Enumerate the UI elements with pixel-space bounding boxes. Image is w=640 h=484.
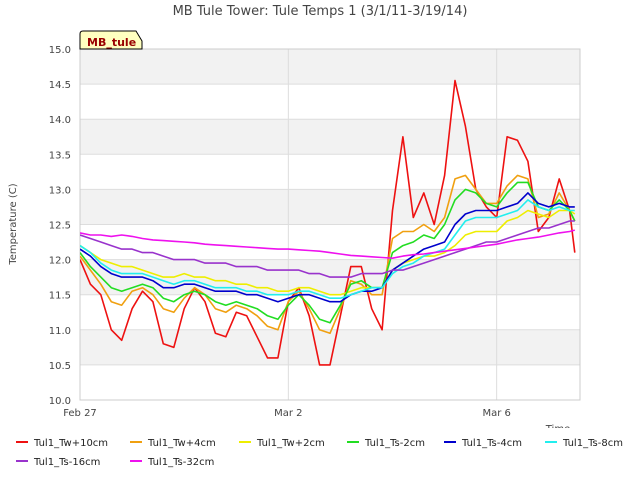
y-tick-label: 10.5 [49,361,71,372]
legend-label: Tul1_Tw+10cm [33,438,108,449]
legend-label: Tul1_Tw+2cm [256,438,325,449]
legend-label: Tul1_Ts-2cm [364,438,425,449]
y-axis-ticks: 10.0 10.5 11.0 11.5 12.0 12.5 13.0 13.5 14.0 14.5… [49,45,71,407]
chart-container: MB Tule Tower: Tule Temps 1 (3/1/11-3/19… [0,0,640,480]
y-tick-label: 15.0 [49,45,71,56]
chart-title: MB Tule Tower: Tule Temps 1 (3/1/11-3/19… [173,4,468,19]
plot-band [80,84,580,120]
legend-label: Tul1_Ts-4cm [461,438,522,449]
y-tick-label: 14.5 [49,80,71,91]
legend-label: Tul1_Ts-16cm [33,457,100,468]
legend-label: Tul1_Tw+4cm [147,438,216,449]
legend-label: Tul1_Ts-32cm [147,457,214,468]
plot-band [80,364,580,400]
y-axis-label: Temperature (C) [8,183,19,265]
y-tick-label: 12.0 [49,256,71,267]
legend: Tul1_Tw+10cm Tul1_Tw+4cm Tul1_Tw+2cm Tul1_T… [16,438,623,468]
y-tick-label: 13.5 [49,150,71,161]
x-tick-label: Mar 2 [274,408,302,419]
station-badge-label: MB_tule [87,36,136,49]
x-tick-label: Mar 6 [482,408,510,419]
y-tick-label: 13.0 [49,185,71,196]
plot-band [80,154,580,190]
station-badge: MB_tule [79,30,143,50]
x-tick-label: Feb 27 [63,408,97,419]
y-tick-label: 11.5 [49,291,71,302]
x-axis-ticks: Feb 27 Mar 2 Mar 6 [63,408,511,419]
plot-band [80,49,580,85]
y-tick-label: 12.5 [49,221,71,232]
y-tick-label: 10.0 [49,396,71,407]
y-tick-label: 11.0 [49,326,71,337]
chart-svg: MB Tule Tower: Tule Temps 1 (3/1/11-3/19… [8,4,623,468]
y-tick-label: 14.0 [49,115,71,126]
x-axis-label: Time [545,424,570,435]
legend-label: Tul1_Ts-8cm [562,438,623,449]
plot-band [80,329,580,365]
